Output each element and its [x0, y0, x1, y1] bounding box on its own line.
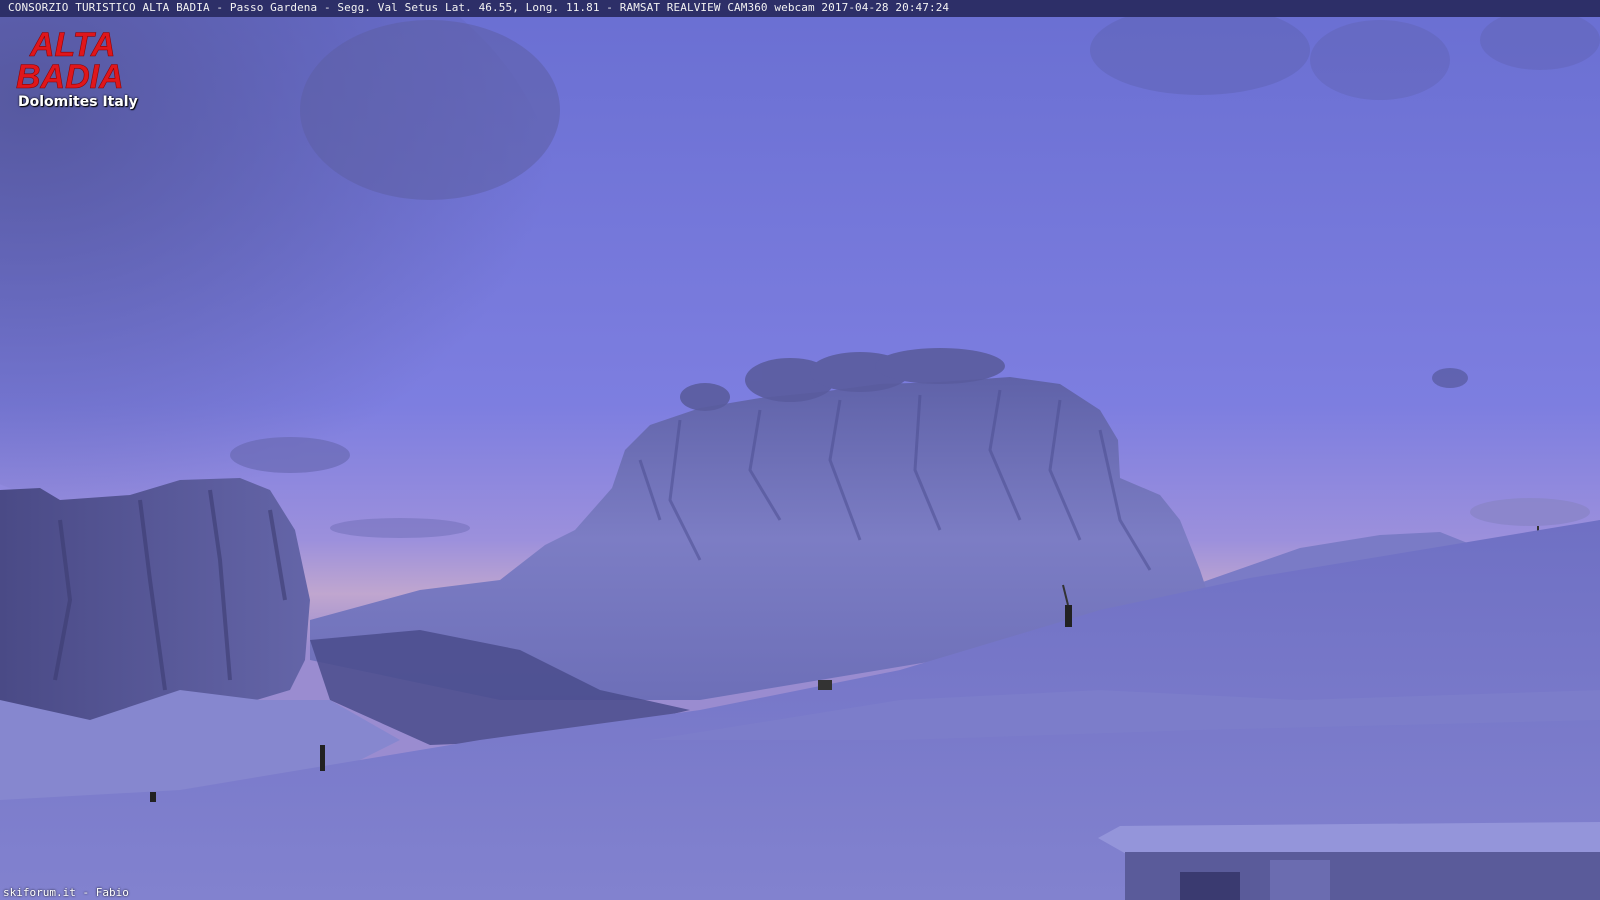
pole: [320, 745, 325, 771]
webcam-caption-bar: CONSORZIO TURISTICO ALTA BADIA - Passo G…: [0, 0, 1600, 17]
cloud-wisp: [1432, 368, 1468, 388]
cloud-wisp: [1090, 5, 1310, 95]
hut: [818, 680, 832, 690]
cloud-wisp: [1470, 498, 1590, 526]
webcam-caption: CONSORZIO TURISTICO ALTA BADIA - Passo G…: [8, 1, 950, 14]
storm-cloud: [300, 20, 560, 200]
logo-line2: BADIA: [16, 58, 124, 92]
logo-subtitle: Dolomites Italy: [18, 94, 138, 110]
cloud-wisp: [1480, 10, 1600, 70]
webcam-scene: [0, 0, 1600, 900]
cloud-wisp: [330, 518, 470, 538]
pole: [1065, 605, 1072, 627]
alta-badia-logo: ALTA BADIA Dolomites Italy: [16, 26, 146, 110]
cloud-wisp: [230, 437, 350, 473]
marker: [150, 792, 156, 802]
alta-badia-logo-mark: ALTA BADIA: [16, 26, 124, 92]
photo-credit: skiforum.it - Fabio: [3, 886, 129, 899]
building-roof: [1098, 822, 1600, 900]
cloud-wisp: [1310, 20, 1450, 100]
